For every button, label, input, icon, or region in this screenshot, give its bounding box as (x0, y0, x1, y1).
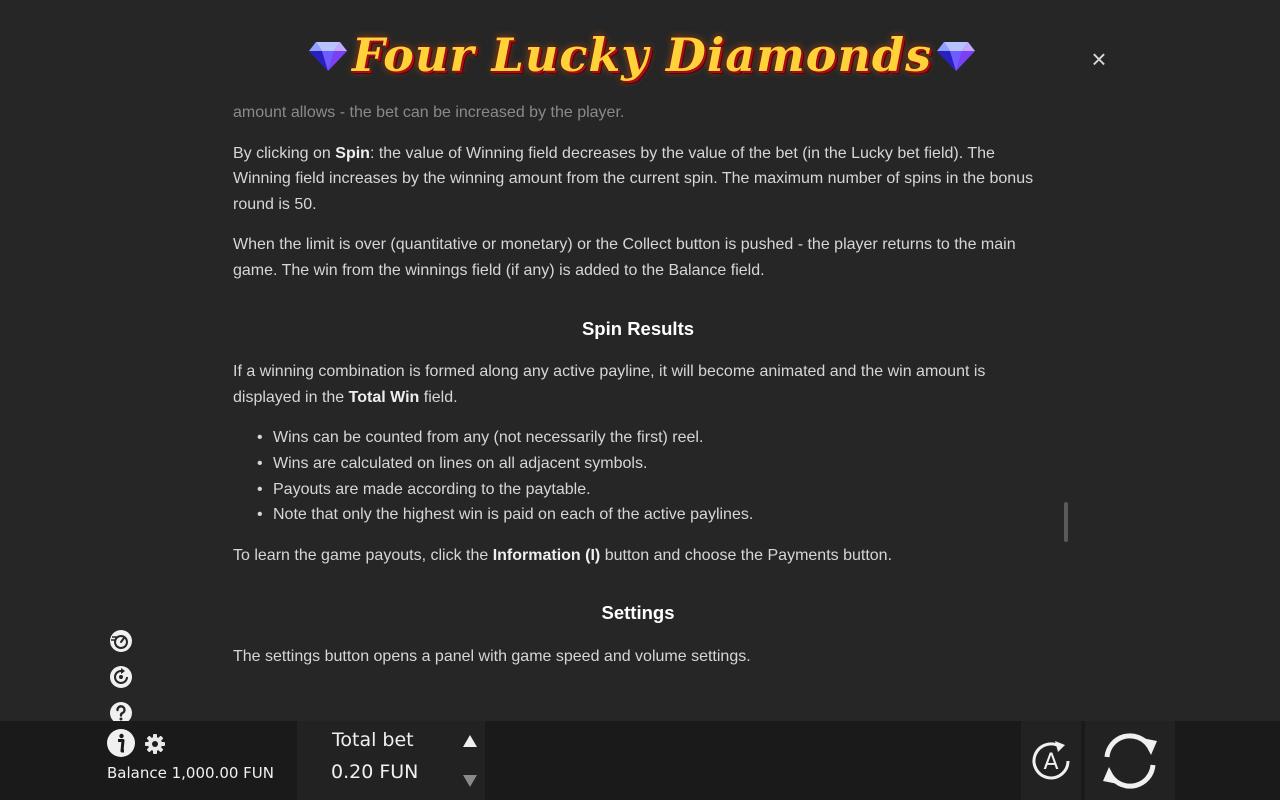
scrollbar-thumb[interactable] (1064, 502, 1068, 542)
winning-paragraph: If a winning combination is formed along… (233, 363, 986, 406)
game-logo: Four Lucky Diamonds (309, 18, 975, 92)
settings-heading: Settings (601, 602, 675, 624)
header: Four Lucky Diamonds × (0, 0, 1280, 105)
balance-value: 1,000.00 FUN (171, 764, 275, 782)
payouts-paragraph: To learn the game payouts, click the Inf… (233, 546, 893, 564)
side-toolbar (108, 628, 134, 736)
logo-text: Four Lucky Diamonds (352, 28, 932, 82)
bet-increase-button[interactable] (456, 727, 484, 755)
spin-icon (1103, 732, 1157, 789)
total-bet-value: 0.20 FUN (331, 761, 419, 783)
autoplay-button[interactable]: A (1021, 721, 1081, 800)
quick-spin-icon[interactable] (108, 664, 134, 690)
list-item: Wins can be counted from any (not necess… (257, 425, 1043, 451)
diamond-icon (936, 42, 975, 71)
settings-paragraph: The settings button opens a panel with g… (233, 647, 751, 665)
balance-display: Balance 1,000.00 FUN (107, 764, 274, 782)
list-item: Note that only the highest win is paid o… (257, 502, 1043, 528)
wins-list: Wins can be counted from any (not necess… (257, 425, 1043, 528)
balance-label: Balance (107, 764, 167, 782)
info-icon[interactable] (106, 728, 136, 758)
triangle-up-icon (463, 735, 477, 747)
rules-content[interactable]: amount allows - the bet can be increased… (233, 100, 1043, 720)
spin-button[interactable] (1085, 721, 1175, 800)
gear-icon[interactable] (144, 733, 166, 755)
triangle-down-icon (463, 775, 477, 787)
turbo-icon[interactable] (108, 628, 134, 654)
spin-paragraph: By clicking on Spin: the value of Winnin… (233, 144, 1034, 213)
faded-text-line: amount allows - the bet can be increased… (233, 104, 625, 121)
total-bet-label: Total bet (332, 729, 414, 751)
autoplay-icon: A (1032, 740, 1070, 779)
list-item: Wins are calculated on lines on all adja… (257, 451, 1043, 477)
limit-paragraph: When the limit is over (quantitative or … (233, 236, 1016, 279)
list-item: Payouts are made according to the paytab… (257, 477, 1043, 503)
close-button[interactable]: × (1086, 46, 1112, 72)
bet-decrease-button[interactable] (456, 767, 484, 795)
diamond-icon (309, 42, 348, 71)
autoplay-label: A (1043, 750, 1058, 775)
spin-results-heading: Spin Results (581, 317, 695, 339)
